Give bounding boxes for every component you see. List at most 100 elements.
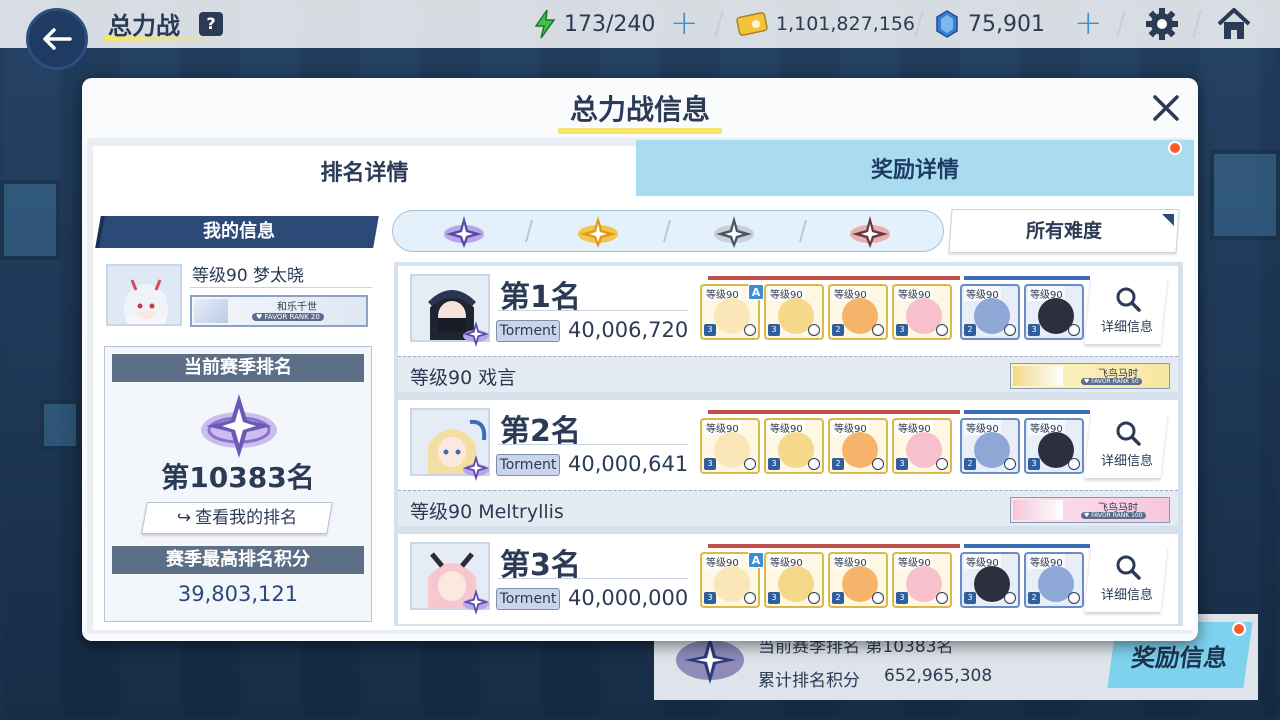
- student-star: 3: [768, 592, 780, 604]
- student-slot[interactable]: 等级90 3: [1024, 284, 1084, 340]
- view-my-rank-button[interactable]: ↪ 查看我的排名: [144, 502, 330, 534]
- student-slot[interactable]: 等级90 3: [892, 284, 952, 340]
- student-slot[interactable]: 等级90 3: [764, 418, 824, 474]
- striker-team-bar: [708, 276, 960, 280]
- lightning-icon: [534, 9, 556, 39]
- student-slot[interactable]: 等级90 2: [960, 418, 1020, 474]
- tier-platinum-icon[interactable]: [442, 214, 486, 250]
- student-slot[interactable]: 等级90 2: [828, 284, 888, 340]
- student-slot[interactable]: 等级90 2: [960, 284, 1020, 340]
- student-star: 2: [1028, 592, 1040, 604]
- bond-card-portrait: [1013, 500, 1063, 520]
- add-ap-button[interactable]: +: [670, 6, 699, 40]
- role-icon: [1004, 592, 1016, 604]
- student-slot[interactable]: 等级90 3: [892, 418, 952, 474]
- bond-card-name: 和乐千世: [277, 302, 317, 313]
- role-icon: [808, 324, 820, 336]
- ranking-entry: 第3名 Torment 40,000,000 等级90 3 A 等级90 3 等级9…: [398, 534, 1178, 626]
- student-star: 3: [1028, 324, 1040, 336]
- role-icon: [936, 458, 948, 470]
- magnifier-icon: [1116, 555, 1141, 580]
- student-slot[interactable]: 等级90 3: [1024, 418, 1084, 474]
- student-slot[interactable]: 等级90 3: [700, 418, 760, 474]
- special-team-bar: [964, 276, 1090, 280]
- view-my-rank-label: 查看我的排名: [195, 508, 298, 528]
- add-pyroxene-button[interactable]: +: [1074, 6, 1103, 40]
- raid-info-modal: 总力战信息 奖励详情 排名详情 我的信息 等级90 梦太晓 和乐千世 ♥ FAV…: [82, 78, 1198, 641]
- bond-card: 飞鸟马时 ♥ FAVOR RANK 50: [1010, 363, 1170, 389]
- background-monitor-right: [1210, 150, 1280, 240]
- role-icon: [808, 458, 820, 470]
- student-star: 2: [832, 324, 844, 336]
- assist-badge: A: [748, 552, 764, 568]
- student-star: 3: [768, 324, 780, 336]
- striker-team-bar: [708, 544, 960, 548]
- student-slot[interactable]: 等级90 3: [764, 284, 824, 340]
- best-score-value: 39,803,121: [177, 582, 299, 606]
- bond-card-rank: ♥ FAVOR RANK 50: [1081, 378, 1142, 385]
- best-score-header: 赛季最高排名积分: [112, 546, 364, 574]
- avatar: [106, 264, 182, 326]
- pyroxene-icon: [936, 10, 958, 38]
- title-underline: [558, 128, 722, 134]
- divider: [190, 287, 372, 288]
- detail-label: 详细信息: [1100, 588, 1153, 603]
- difficulty-dropdown[interactable]: 所有难度: [950, 209, 1178, 253]
- ap-counter: 173/240: [534, 8, 655, 40]
- difficulty-badge: Torment: [496, 588, 560, 610]
- role-icon: [936, 592, 948, 604]
- role-icon: [1004, 458, 1016, 470]
- tier-silver-icon[interactable]: [712, 214, 756, 250]
- ranking-list[interactable]: 第1名 Torment 40,006,720 等级90 3 A 等级90 3 等级9…: [394, 262, 1183, 626]
- role-icon: [808, 592, 820, 604]
- credits-value: 1,101,827,156: [776, 13, 916, 35]
- ranking-entry: 第1名 Torment 40,006,720 等级90 3 A 等级90 3 等级9…: [398, 266, 1178, 396]
- back-button[interactable]: [26, 8, 88, 70]
- cumulative-score-value: 652,965,308: [884, 666, 993, 686]
- role-icon: [872, 592, 884, 604]
- entry-player-name: 等级90 Meltryllis: [410, 501, 564, 523]
- student-slot[interactable]: 等级90 3: [960, 552, 1020, 608]
- pyroxene-counter: 75,901: [934, 8, 1045, 40]
- ranking-entry: 第2名 Torment 40,000,641 等级90 3 等级90 3 等级90 2…: [398, 400, 1178, 530]
- tier-bronze-icon[interactable]: [848, 214, 892, 250]
- bond-card-rank: ♥ FAVOR RANK 100: [1081, 512, 1146, 519]
- divider: [498, 578, 688, 579]
- student-star: 2: [832, 458, 844, 470]
- background-monitor-left-2: [40, 400, 80, 450]
- student-star: 3: [1028, 458, 1040, 470]
- tier-gold-icon[interactable]: [576, 214, 620, 250]
- role-icon: [1068, 324, 1080, 336]
- student-star: 3: [896, 324, 908, 336]
- gear-icon[interactable]: [1144, 6, 1180, 42]
- role-icon: [872, 458, 884, 470]
- student-star: 3: [768, 458, 780, 470]
- ap-value: 173/240: [564, 11, 656, 37]
- help-icon[interactable]: ?: [199, 12, 223, 36]
- home-icon[interactable]: [1216, 6, 1252, 42]
- close-icon[interactable]: [1150, 92, 1182, 124]
- rank-emblem-icon: [201, 394, 277, 458]
- student-slot[interactable]: 等级90 2: [828, 418, 888, 474]
- striker-team-bar: [708, 410, 960, 414]
- player-name: 等级90 梦太晓: [192, 266, 305, 286]
- student-slot[interactable]: 等级90 2: [1024, 552, 1084, 608]
- tab-reward-details[interactable]: 奖励详情: [636, 140, 1194, 196]
- page-title: 总力战: [108, 12, 180, 40]
- rank-tier-icon: [463, 321, 489, 347]
- student-star: 3: [704, 592, 716, 604]
- student-star: 3: [704, 324, 716, 336]
- notification-dot: [1232, 622, 1246, 636]
- role-icon: [1068, 592, 1080, 604]
- background-monitor-left: [0, 180, 60, 260]
- student-slot[interactable]: 等级90 3: [764, 552, 824, 608]
- student-star: 3: [896, 458, 908, 470]
- tab-ranking-details[interactable]: 排名详情: [93, 146, 636, 196]
- player-portrait: [108, 266, 180, 324]
- special-team-bar: [964, 544, 1090, 548]
- student-slot[interactable]: 等级90 2: [828, 552, 888, 608]
- student-slot[interactable]: 等级90 3: [892, 552, 952, 608]
- season-rank-header: 当前赛季排名: [112, 354, 364, 382]
- divider: [498, 444, 688, 445]
- credits-counter: 1,101,827,156: [736, 8, 915, 40]
